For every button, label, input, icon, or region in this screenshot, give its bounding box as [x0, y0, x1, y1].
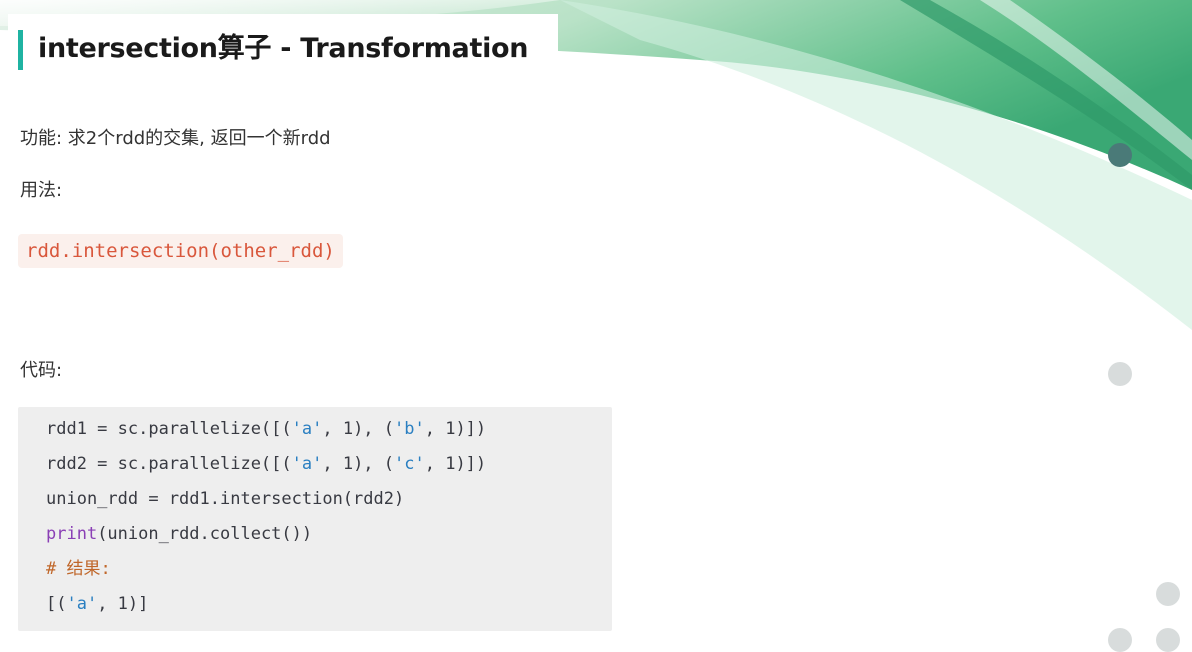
code-line-6: [('a', 1)] [46, 594, 149, 614]
code-line-1: rdd1 = sc.parallelize([('a', 1), ('b', 1… [46, 419, 487, 439]
description-panel: 功能: 求2个rdd的交集, 返回一个新rdd [8, 112, 558, 154]
page-title: intersection算子 - Transformation [38, 33, 529, 64]
decor-dot-dark [1108, 143, 1132, 167]
description-text: 功能: 求2个rdd的交集, 返回一个新rdd [20, 128, 331, 149]
usage-panel: 用法: rdd.intersection(other_rdd) [8, 166, 408, 284]
code-line-3: union_rdd = rdd1.intersection(rdd2) [46, 489, 405, 509]
decor-dot-light [1108, 628, 1132, 652]
decor-dot-light [1108, 362, 1132, 386]
code-line-4: print(union_rdd.collect()) [46, 524, 313, 544]
code-label: 代码: [20, 360, 63, 381]
usage-inline-code: rdd.intersection(other_rdd) [18, 234, 343, 268]
code-line-5: # 结果: [46, 559, 111, 579]
code-line-2: rdd2 = sc.parallelize([('a', 1), ('c', 1… [46, 454, 487, 474]
code-block: rdd1 = sc.parallelize([('a', 1), ('b', 1… [18, 407, 612, 631]
title-panel: intersection算子 - Transformation [8, 14, 558, 76]
decor-dot-light [1156, 582, 1180, 606]
usage-label: 用法: [20, 180, 63, 201]
title-accent-bar [18, 30, 23, 70]
decor-dot-light [1156, 628, 1180, 652]
